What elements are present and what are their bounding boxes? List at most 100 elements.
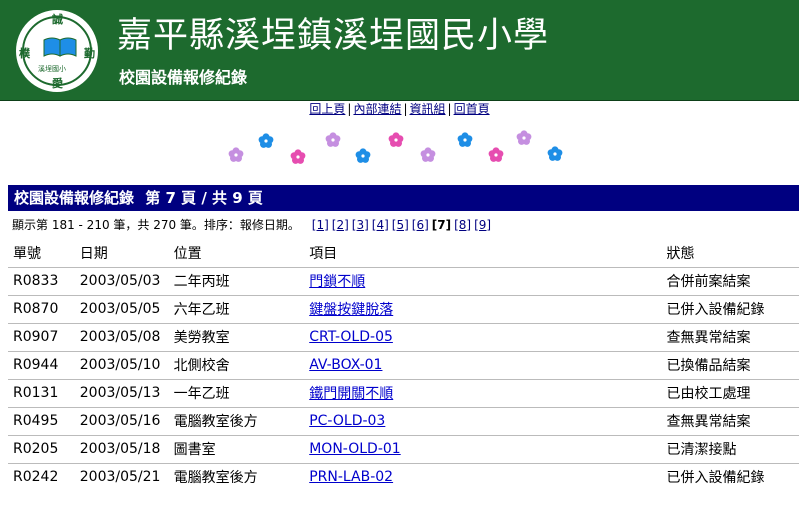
cell-date: 2003/05/08: [74, 322, 169, 351]
cell-status: 已併入設備紀錄: [661, 462, 799, 491]
cell-id: R0944: [8, 350, 75, 379]
cell-item: CRT-OLD-05: [304, 322, 662, 351]
cell-location: 電腦教室後方: [168, 462, 305, 491]
cell-id: R0833: [8, 266, 75, 295]
cell-status: 已併入設備紀錄: [661, 294, 799, 323]
flower-icon: [258, 133, 274, 148]
flower-icon: [420, 147, 436, 162]
item-link[interactable]: AV-BOX-01: [309, 357, 382, 373]
page-title: 嘉平縣溪埕鎮溪埕國民小學: [117, 16, 550, 56]
school-emblem-icon: 誠 樸 勤 愛 溪埕國小: [13, 7, 101, 95]
cell-id: R0907: [8, 322, 75, 351]
page-link-4[interactable]: [4]: [372, 218, 389, 232]
page-link-5[interactable]: [5]: [392, 218, 409, 232]
current-page: [7]: [431, 218, 452, 232]
col-header-date: 日期: [79, 245, 108, 262]
page-link-8[interactable]: [8]: [454, 218, 471, 232]
school-header: 誠 樸 勤 愛 溪埕國小 嘉平縣溪埕鎮溪埕國民小學 校園設備報修紀錄: [0, 0, 799, 101]
cell-id: R0495: [8, 406, 75, 435]
page-link-9[interactable]: [9]: [474, 218, 491, 232]
emblem-caption: 溪埕國小: [38, 65, 66, 73]
flower-icon: [488, 147, 504, 162]
cell-status: 已換備品結案: [661, 350, 799, 379]
nav-home-link[interactable]: 回首頁: [454, 102, 490, 116]
cell-date: 2003/05/18: [74, 434, 169, 463]
flower-decoration: [228, 130, 563, 164]
cell-location: 一年乙班: [168, 378, 305, 407]
cell-item: 鐵門開關不順: [304, 378, 662, 407]
table-row: R0242 2003/05/21 電腦教室後方 PRN-LAB-02 已併入設備…: [8, 462, 799, 491]
cell-item: MON-OLD-01: [304, 434, 662, 463]
nav-info-link[interactable]: 資訊組: [410, 102, 446, 116]
item-link[interactable]: PC-OLD-03: [309, 413, 385, 429]
item-link[interactable]: PRN-LAB-02: [309, 469, 393, 485]
cell-date: 2003/05/21: [74, 462, 169, 491]
cell-status: 查無異常結案: [661, 406, 799, 435]
table-row: R0495 2003/05/16 電腦教室後方 PC-OLD-03 查無異常結案: [8, 406, 799, 435]
emblem-char-top: 誠: [52, 13, 63, 26]
result-summary: 顯示第 181 - 210 筆，共 270 筆。排序：報修日期。 [1] [2][…: [12, 217, 494, 233]
cell-item: AV-BOX-01: [304, 350, 662, 379]
table-row: R0205 2003/05/18 圖書室 MON-OLD-01 已清潔接點: [8, 434, 799, 463]
nav-links: 回上頁 | 內部連結 | 資訊組 | 回首頁: [309, 102, 490, 116]
table-row: R0944 2003/05/10 北側校舍 AV-BOX-01 已換備品結案: [8, 350, 799, 379]
col-header-id: 單號: [13, 245, 41, 262]
table-row: R0870 2003/05/05 六年乙班 鍵盤按鍵脫落 已併入設備紀錄: [8, 294, 799, 323]
emblem-char-bottom: 愛: [52, 77, 63, 90]
table-row: R0833 2003/05/03 二年丙班 門鎖不順 合併前案結案: [8, 266, 799, 295]
cell-date: 2003/05/10: [74, 350, 169, 379]
cell-status: 合併前案結案: [661, 266, 799, 295]
cell-date: 2003/05/16: [74, 406, 169, 435]
item-link[interactable]: MON-OLD-01: [309, 441, 400, 457]
cell-date: 2003/05/03: [74, 266, 169, 295]
table-row: R0907 2003/05/08 美勞教室 CRT-OLD-05 查無異常結案: [8, 322, 799, 351]
cell-date: 2003/05/13: [74, 378, 169, 407]
open-book-icon: [43, 37, 77, 57]
page-link-2[interactable]: [2]: [332, 218, 349, 232]
cell-location: 電腦教室後方: [168, 406, 305, 435]
nav-internal-link[interactable]: 內部連結: [353, 102, 401, 116]
cell-item: PC-OLD-03: [304, 406, 662, 435]
item-link[interactable]: CRT-OLD-05: [309, 329, 393, 345]
flower-icon: [228, 147, 244, 162]
flower-icon: [547, 146, 563, 161]
cell-id: R0131: [8, 378, 75, 407]
emblem-char-right: 勤: [84, 47, 95, 60]
cell-location: 二年丙班: [168, 266, 305, 295]
item-link[interactable]: 鍵盤按鍵脫落: [309, 302, 393, 318]
flower-icon: [516, 130, 532, 145]
cell-location: 北側校舍: [168, 350, 305, 379]
nav-back-link[interactable]: 回上頁: [309, 102, 345, 116]
flower-icon: [388, 132, 404, 147]
flower-icon: [325, 132, 341, 147]
cell-id: R0870: [8, 294, 75, 323]
col-header-location: 位置: [173, 245, 202, 262]
flower-icon: [457, 132, 473, 147]
cell-item: 門鎖不順: [304, 266, 662, 295]
table-row: R0131 2003/05/13 一年乙班 鐵門開關不順 已由校工處理: [8, 378, 799, 407]
summary-text: 顯示第 181 - 210 筆，共 270 筆。排序：報修日期。: [12, 218, 300, 232]
col-header-status: 狀態: [666, 245, 695, 262]
cell-id: R0205: [8, 434, 75, 463]
table-header-row: 單號 日期 位置 項目 狀態: [8, 239, 799, 267]
page-link-1[interactable]: [1]: [312, 218, 329, 232]
cell-date: 2003/05/05: [74, 294, 169, 323]
page-indicator: 第 7 頁 / 共 9 頁: [145, 189, 263, 207]
item-link[interactable]: 門鎖不順: [309, 274, 365, 290]
list-title-bar: 校園設備報修紀錄 第 7 頁 / 共 9 頁: [8, 185, 799, 211]
page-link-6[interactable]: [6]: [412, 218, 429, 232]
cell-location: 圖書室: [168, 434, 305, 463]
item-link[interactable]: 鐵門開關不順: [309, 386, 393, 402]
page-link-3[interactable]: [3]: [352, 218, 369, 232]
cell-status: 查無異常結案: [661, 322, 799, 351]
cell-location: 六年乙班: [168, 294, 305, 323]
cell-location: 美勞教室: [168, 322, 305, 351]
cell-status: 已由校工處理: [661, 378, 799, 407]
cell-id: R0242: [8, 462, 75, 491]
page-subtitle: 校園設備報修紀錄: [119, 68, 248, 87]
repair-records-table: 單號 日期 位置 項目 狀態 R0833 2003/05/03 二年丙班 門鎖不…: [8, 239, 799, 491]
list-title: 校園設備報修紀錄: [14, 189, 135, 207]
cell-status: 已清潔接點: [661, 434, 799, 463]
col-header-item: 項目: [309, 245, 338, 262]
cell-item: PRN-LAB-02: [304, 462, 662, 491]
